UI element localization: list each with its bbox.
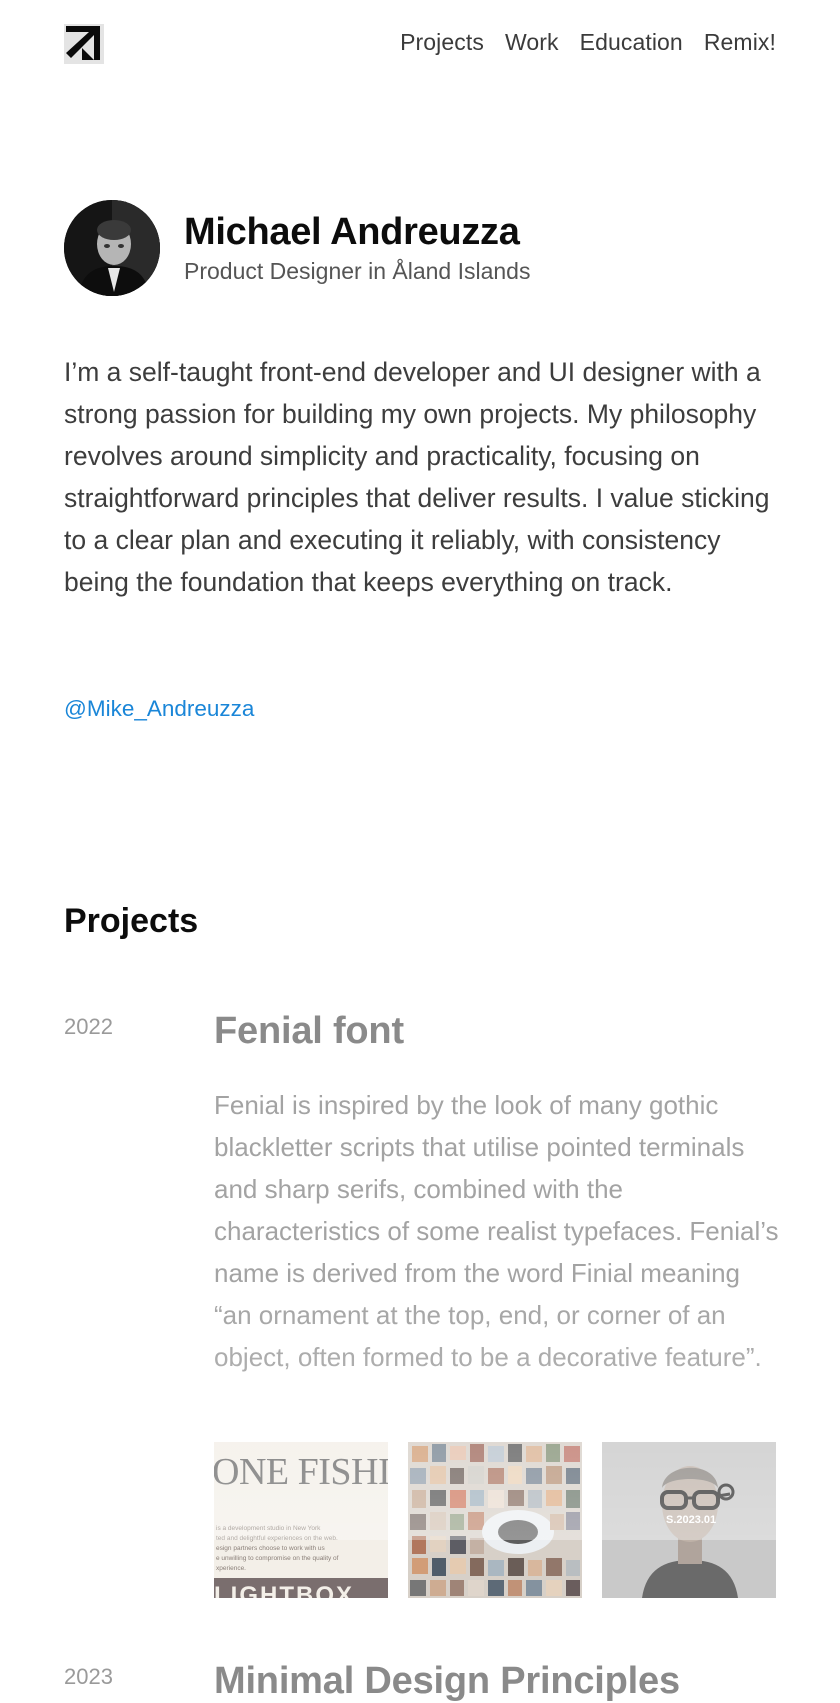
profile-text: Michael Andreuzza Product Designer in Ål… xyxy=(184,210,530,286)
projects-heading: Projects xyxy=(64,902,199,940)
project-description: Fenial is inspired by the look of many g… xyxy=(214,1090,779,1372)
avatar xyxy=(64,200,160,296)
nav-education[interactable]: Education xyxy=(580,29,683,56)
thumbnail-website[interactable]: ONE FISHIN is a development studio in Ne… xyxy=(214,1442,388,1598)
project-year: 2023 xyxy=(64,1664,113,1689)
thumbnail-line: is a development studio in New York xyxy=(216,1525,321,1532)
project-year: 2022 xyxy=(64,1014,113,1039)
project-thumbnails: ONE FISHIN is a development studio in Ne… xyxy=(214,1442,776,1598)
social-handle-link[interactable]: @Mike_Andreuzza xyxy=(64,696,254,722)
thumbnail-line: ted and delightful experiences on the we… xyxy=(216,1535,338,1542)
arrow-logo-icon[interactable] xyxy=(64,24,104,64)
main-nav: Projects Work Education Remix! xyxy=(400,29,776,56)
portrait-photo xyxy=(64,200,160,296)
thumbnail-line: esign partners choose to work with us xyxy=(216,1545,325,1552)
bio-paragraph: I’m a self-taught front-end developer an… xyxy=(64,357,770,597)
thumbnail-line: e unwilling to compromise on the quality… xyxy=(216,1555,339,1562)
thumbnail-headline: ONE FISHIN xyxy=(214,1451,388,1493)
nav-work[interactable]: Work xyxy=(505,29,559,56)
project-title[interactable]: Minimal Design Principles xyxy=(214,1660,680,1703)
profile-name: Michael Andreuzza xyxy=(184,211,520,253)
thumbnail-portrait[interactable]: S.2023.01 xyxy=(602,1442,776,1598)
nav-remix[interactable]: Remix! xyxy=(704,29,776,56)
project-title[interactable]: Fenial font xyxy=(214,1010,404,1053)
thumbnail-footer: LIGHTBOX xyxy=(214,1582,354,1598)
thumbnail-photo-grid[interactable] xyxy=(408,1442,582,1598)
nav-projects[interactable]: Projects xyxy=(400,29,484,56)
profile-role: Product Designer in Åland Islands xyxy=(184,258,531,284)
photo-grid-image xyxy=(408,1442,582,1598)
thumbnail-caption: S.2023.01 xyxy=(666,1514,717,1526)
thumbnail-line: xperience. xyxy=(216,1565,246,1572)
profile-header: Michael Andreuzza Product Designer in Ål… xyxy=(64,200,530,296)
